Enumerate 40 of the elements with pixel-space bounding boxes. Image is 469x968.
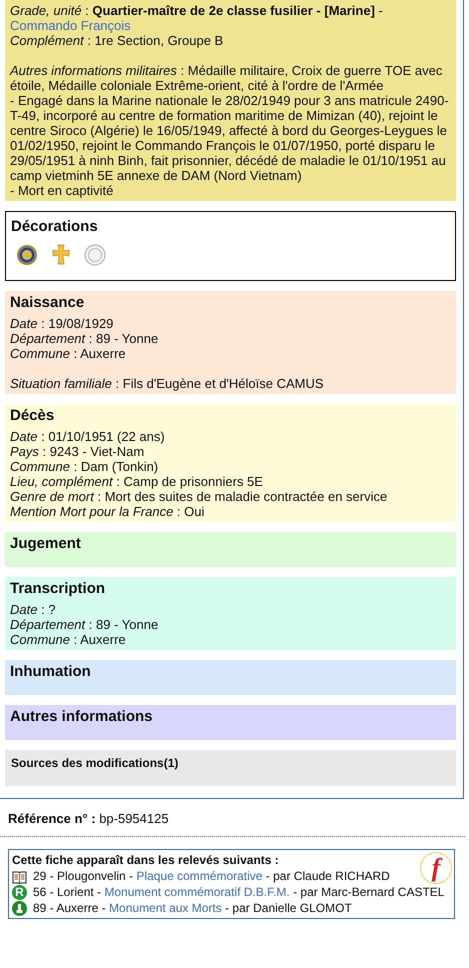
field-text: Pays : 9243 - Viet-Nam: [10, 444, 144, 458]
monument-link[interactable]: Monument commémoratif D.B.F.M.: [104, 885, 290, 899]
section-title: Transcription: [10, 580, 106, 598]
section-title: Jugement: [10, 534, 82, 552]
field-text: Autres informations militaires : Médaille militaire, Croix de guerre TOE avec étoile, Médaille coloniale Extrême-orient, cité à l'ordre de l'Armée - Engagé dans la Marine nationale le 28/02/1949 pour 3 ans matricule 2490-T-49, incorporé au centre de formation maritime de Mimizan (40), rejoint le centre Siroco (Algérie) le 16/05/1949, affecté à bord du Georges-Leygues le 01/02/1950, rejoint le Commando François le 01/07/1950, porté disparu le 29/05/1951 à ninh Binh, fait prisonnier, décédé de maladie le 01/10/1951 au camp vietminh 5E annexe de DAM (Nord Vietnam) - Mort en captivité: [10, 63, 450, 198]
field-text: Département : 89 - Yonne: [10, 616, 160, 632]
monument-link[interactable]: Monument aux Morts: [109, 901, 222, 915]
releve-text: 89 - Auxerre - Monument aux Morts - par Danielle GLOMOT: [33, 900, 352, 916]
section-title: Autres informations: [10, 708, 154, 726]
field-text: Grade, unité : Quartier-maître de 2e classe fusilier - [Marine] - Commando François: [10, 3, 384, 33]
field-text: Département : 89 - Yonne: [10, 330, 160, 346]
field-text: Lieu, complément : Camp de prisonniers 5E: [10, 474, 264, 488]
field-text: Situation familiale : Fils d'Eugène et d'Héloïse CAMUS: [10, 376, 325, 390]
releves-title: Cette fiche apparaît dans les relevés suivants :: [12, 852, 280, 868]
field-text: Commune : Dam (Tonkin): [10, 458, 160, 474]
medal-icon: [16, 244, 38, 266]
field-text: Date : 19/08/1929: [10, 316, 114, 330]
section-title: Sources des modifications(1): [11, 754, 180, 772]
field-text: Genre de mort : Mort des suites de maladie contractée en service: [10, 488, 388, 504]
monument-icon: [12, 900, 27, 916]
section-title: Inhumation: [10, 662, 92, 680]
releve-text: 29 - Plougonvelin - Plaque commémorative - par Claude RICHARD: [33, 868, 390, 884]
cross-medal-icon: [50, 244, 72, 266]
releve-text: 56 - Lorient - Monument commémoratif D.B.F.M. - par Marc-Bernard CASTEL: [33, 884, 444, 900]
field-text: Date : ?: [10, 602, 57, 616]
book-icon: [12, 868, 27, 884]
medal-icon: [84, 244, 106, 266]
monument-link[interactable]: Plaque commémorative: [136, 869, 262, 883]
section-title: Naissance: [10, 294, 86, 312]
letter-badge-icon: R: [12, 884, 27, 900]
field-text: Commune : Auxerre: [10, 346, 127, 360]
section-title: Décorations: [11, 217, 99, 237]
section-title: Décès: [10, 406, 56, 424]
field-text: Date : 01/10/1951 (22 ans): [10, 428, 166, 444]
field-text: Complément : 1re Section, Groupe B: [10, 33, 224, 48]
field-text: Commune : Auxerre: [10, 632, 127, 646]
unit-link[interactable]: Commando François: [10, 18, 131, 33]
field-text: Mention Mort pour la France : Oui: [10, 504, 206, 518]
logo-icon: f: [420, 852, 452, 884]
reference-text: Référence n° : bp-5954125: [8, 810, 170, 828]
